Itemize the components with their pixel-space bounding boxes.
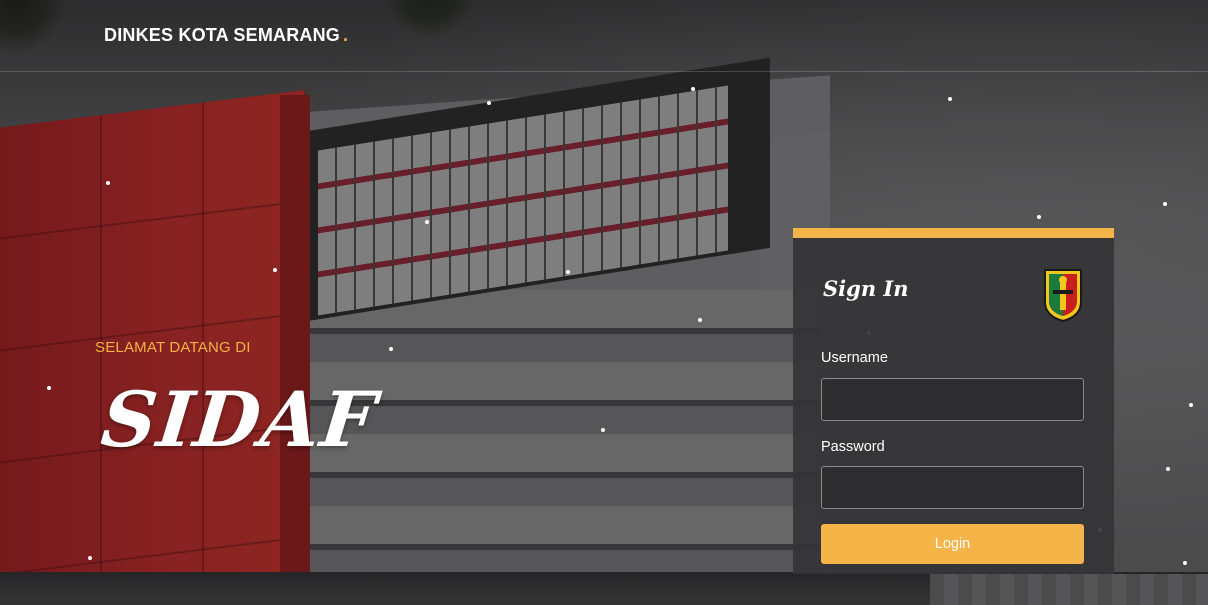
snow-particle	[1166, 467, 1170, 471]
brand-dot: .	[343, 25, 349, 45]
snow-particle	[1189, 403, 1193, 407]
login-card: Sign In Username Password Login	[793, 228, 1114, 574]
brand-text: DINKES KOTA SEMARANG	[104, 25, 341, 45]
password-input[interactable]	[821, 466, 1084, 509]
semarang-city-emblem-icon	[1044, 269, 1082, 323]
snow-particle	[1183, 561, 1187, 565]
snow-particle	[698, 318, 702, 322]
snow-particle	[47, 386, 51, 390]
snow-particle	[1163, 202, 1167, 206]
brand-link[interactable]: DINKES KOTA SEMARANG.	[104, 25, 348, 46]
snow-particle	[425, 220, 429, 224]
app-title: SIDAF	[97, 375, 381, 464]
snow-particle	[106, 181, 110, 185]
snow-particle	[389, 347, 393, 351]
snow-particle	[691, 87, 695, 91]
username-label: Username	[821, 350, 888, 366]
snow-particle	[273, 268, 277, 272]
top-navbar: DINKES KOTA SEMARANG.	[0, 0, 1208, 72]
snow-particle	[1037, 215, 1041, 219]
username-input[interactable]	[821, 378, 1084, 421]
snow-particle	[487, 101, 491, 105]
snow-particle	[948, 97, 952, 101]
login-button[interactable]: Login	[821, 524, 1084, 564]
password-label: Password	[821, 439, 885, 455]
welcome-text: SELAMAT DATANG DI	[95, 339, 251, 356]
snow-particle	[601, 428, 605, 432]
snow-particle	[566, 270, 570, 274]
snow-particle	[88, 556, 92, 560]
sign-in-title: Sign In	[823, 276, 909, 301]
